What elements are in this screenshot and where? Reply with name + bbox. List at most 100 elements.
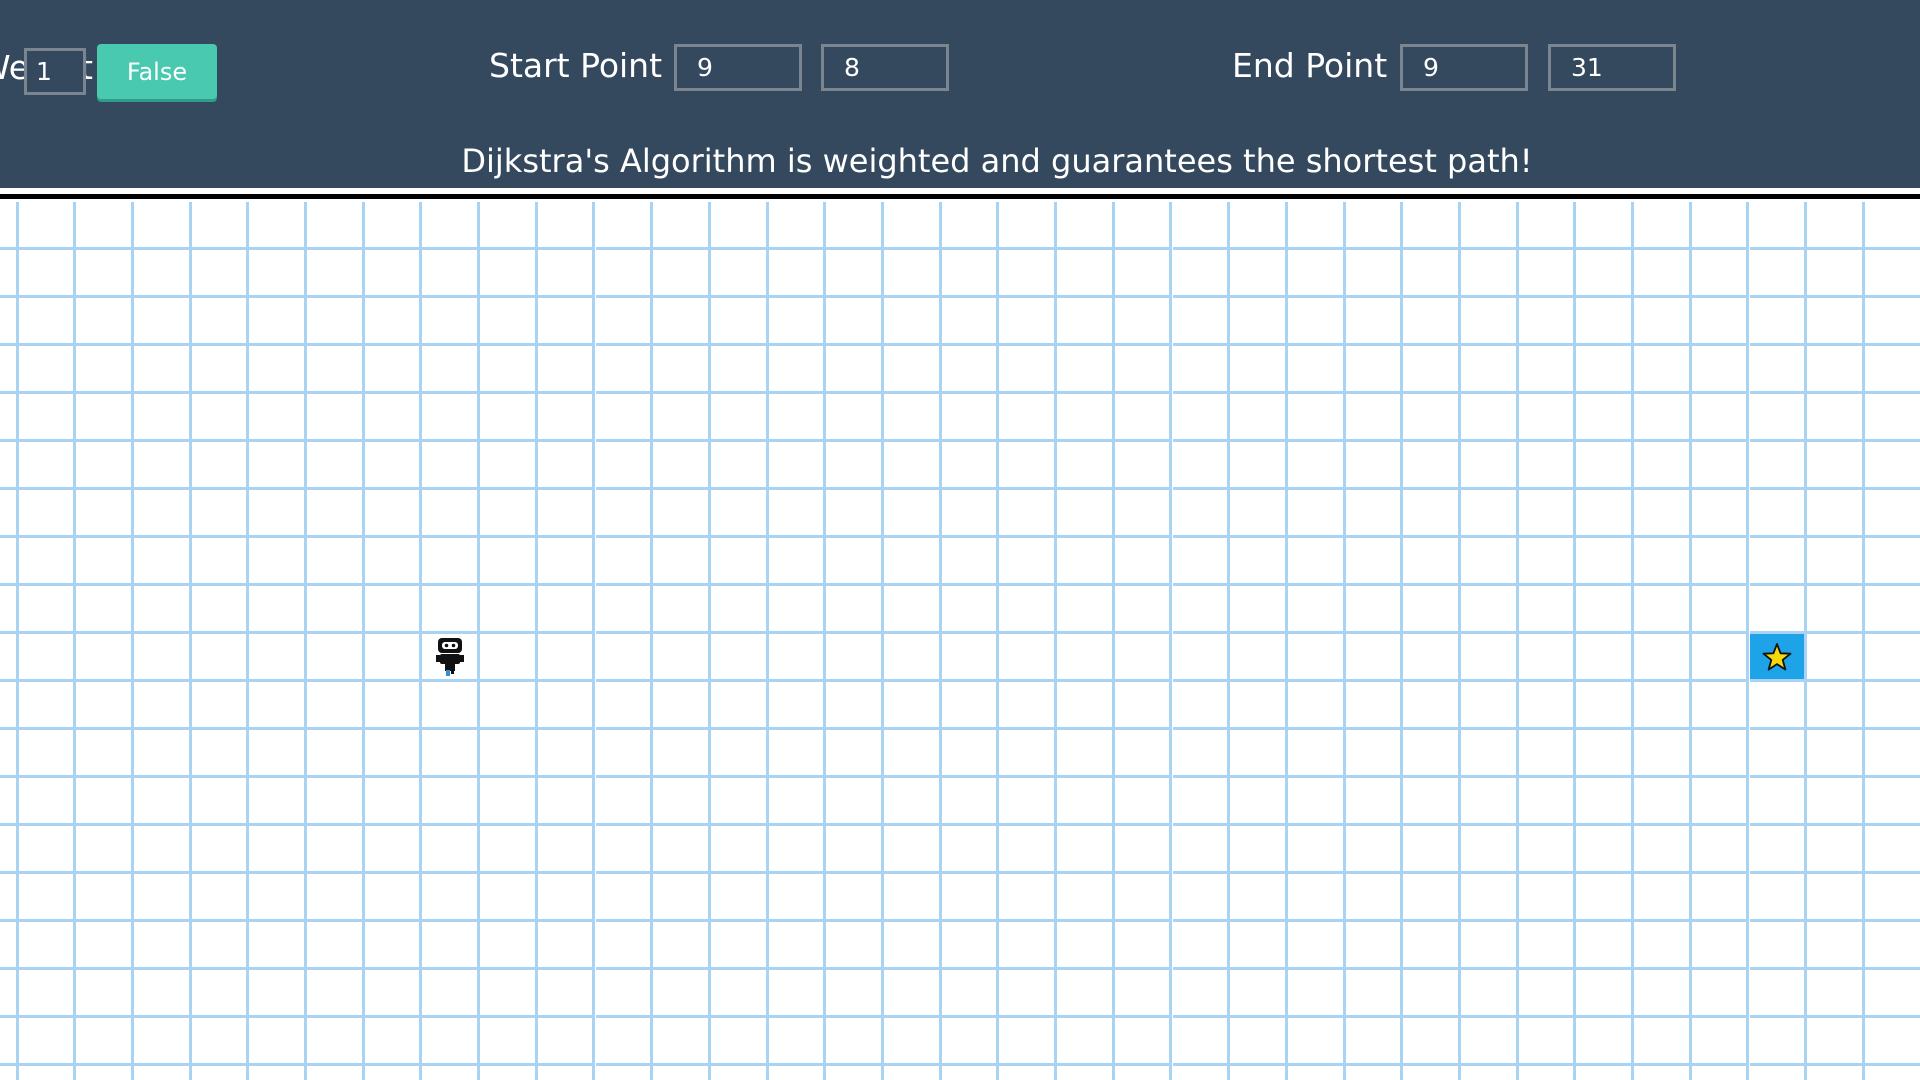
grid-cell[interactable] [1461, 538, 1519, 586]
grid-cell[interactable] [191, 442, 250, 490]
grid-cell[interactable] [1403, 874, 1461, 922]
grid-cell[interactable] [1518, 874, 1577, 922]
grid-cell[interactable] [1230, 826, 1288, 874]
grid-cell[interactable] [1634, 778, 1692, 826]
grid-cell[interactable] [364, 922, 423, 970]
grid-cell[interactable] [710, 394, 769, 442]
grid-cell[interactable] [768, 1066, 827, 1080]
grid-cell[interactable] [1345, 1066, 1404, 1080]
grid-cell[interactable] [1461, 682, 1519, 730]
end-col-input[interactable] [1548, 44, 1676, 91]
grid-cell[interactable] [768, 682, 827, 730]
grid-cell[interactable] [595, 394, 654, 442]
grid-cell[interactable] [1691, 1066, 1750, 1080]
grid-cell[interactable] [1634, 202, 1692, 250]
grid-cell[interactable] [249, 586, 307, 634]
grid-cell[interactable] [1691, 874, 1750, 922]
grid-cell[interactable] [1807, 202, 1865, 250]
grid-cell[interactable] [133, 970, 192, 1018]
grid-cell[interactable] [364, 442, 423, 490]
grid-cell[interactable] [1461, 490, 1519, 538]
grid-cell[interactable] [1576, 970, 1635, 1018]
grid-cell[interactable] [768, 298, 827, 346]
grid-cell[interactable] [76, 394, 134, 442]
grid-cell[interactable] [422, 394, 481, 442]
grid-cell[interactable] [1749, 922, 1808, 970]
grid-cell[interactable] [768, 730, 827, 778]
grid-cell[interactable] [364, 874, 423, 922]
grid-cell[interactable] [422, 298, 481, 346]
grid-cell[interactable] [999, 730, 1058, 778]
grid-cell[interactable] [1403, 826, 1461, 874]
grid-cell[interactable] [1576, 874, 1635, 922]
grid-cell[interactable] [1114, 202, 1173, 250]
grid-cell[interactable] [76, 634, 134, 682]
grid-cell[interactable] [1114, 1066, 1173, 1080]
grid-cell[interactable] [1114, 298, 1173, 346]
grid-cell[interactable] [826, 970, 884, 1018]
grid-cell[interactable] [1345, 442, 1404, 490]
grid-cell[interactable] [364, 634, 423, 682]
grid-cell[interactable] [941, 826, 1000, 874]
grid-cell[interactable] [480, 346, 538, 394]
grid-cell[interactable] [1576, 1066, 1635, 1080]
grid-cell[interactable] [768, 394, 827, 442]
grid-cell[interactable] [1691, 346, 1750, 394]
grid-cell[interactable] [1172, 250, 1231, 298]
grid-cell[interactable] [133, 778, 192, 826]
grid-cell[interactable] [941, 682, 1000, 730]
grid-cell[interactable] [133, 490, 192, 538]
grid-cell[interactable] [249, 298, 307, 346]
grid-cell[interactable] [1287, 538, 1346, 586]
grid-cell[interactable] [133, 442, 192, 490]
grid-cell[interactable] [1518, 394, 1577, 442]
grid-cell[interactable] [307, 394, 365, 442]
grid-cell[interactable] [1345, 682, 1404, 730]
grid-cell[interactable] [1864, 970, 1920, 1018]
grid-cell[interactable] [1172, 970, 1231, 1018]
grid-cell[interactable] [1807, 538, 1865, 586]
grid-cell[interactable] [76, 826, 134, 874]
grid-cell[interactable] [1807, 634, 1865, 682]
grid-cell[interactable] [826, 538, 884, 586]
grid-cell[interactable] [999, 778, 1058, 826]
grid-cell[interactable] [1807, 586, 1865, 634]
grid-cell[interactable] [307, 298, 365, 346]
grid-cell[interactable] [1345, 778, 1404, 826]
grid-cell[interactable] [1345, 394, 1404, 442]
grid-cell[interactable] [1230, 874, 1288, 922]
grid-cell[interactable] [191, 826, 250, 874]
grid-cell[interactable] [941, 202, 1000, 250]
grid-cell[interactable] [941, 586, 1000, 634]
grid-cell[interactable] [999, 490, 1058, 538]
grid-cell[interactable] [1634, 874, 1692, 922]
grid-cell[interactable] [307, 346, 365, 394]
grid-cell[interactable] [710, 874, 769, 922]
grid-cell[interactable] [1749, 394, 1808, 442]
grid-cell[interactable] [1518, 298, 1577, 346]
grid-cell[interactable] [1518, 970, 1577, 1018]
grid-cell[interactable] [1057, 970, 1115, 1018]
grid-cell[interactable] [249, 250, 307, 298]
end-node-cell[interactable] [1749, 634, 1808, 682]
grid-cell[interactable] [307, 970, 365, 1018]
grid-cell[interactable] [653, 922, 711, 970]
grid-cell[interactable] [480, 202, 538, 250]
grid-cell[interactable] [1345, 970, 1404, 1018]
grid-cell[interactable] [1864, 538, 1920, 586]
grid-cell[interactable] [1807, 826, 1865, 874]
grid-cell[interactable] [191, 586, 250, 634]
grid-cell[interactable] [653, 682, 711, 730]
grid-cell[interactable] [191, 250, 250, 298]
grid-cell[interactable] [1057, 874, 1115, 922]
grid-cell[interactable] [422, 970, 481, 1018]
grid-cell[interactable] [249, 778, 307, 826]
grid-cell[interactable] [1057, 922, 1115, 970]
grid-cell[interactable] [1518, 250, 1577, 298]
grid-cell[interactable] [768, 538, 827, 586]
grid-cell[interactable] [1807, 874, 1865, 922]
grid-cell[interactable] [0, 922, 19, 970]
grid-cell[interactable] [133, 298, 192, 346]
grid-cell[interactable] [1749, 298, 1808, 346]
grid-cell[interactable] [1114, 826, 1173, 874]
